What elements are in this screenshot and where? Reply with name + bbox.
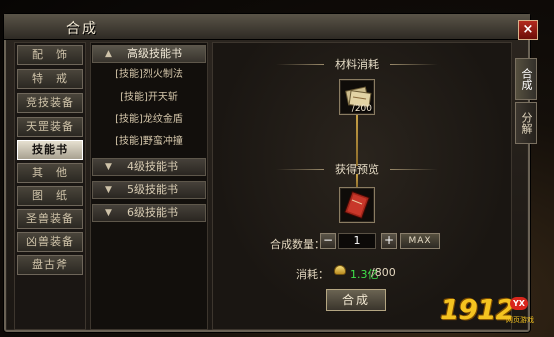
- material-slot[interactable]: /200: [339, 79, 375, 115]
- max-quantity-button[interactable]: MAX: [400, 233, 440, 249]
- window-title: 合成: [66, 21, 98, 37]
- material-count: /200: [351, 104, 372, 114]
- preview-label: 获得预览: [272, 161, 442, 177]
- tab-synthesis[interactable]: 合成: [515, 58, 537, 100]
- quantity-increase-button[interactable]: +: [381, 233, 397, 249]
- group-level5-skill-books[interactable]: ▼ 5级技能书: [92, 181, 206, 199]
- chevron-down-icon: ▼: [105, 208, 112, 218]
- gold-ingot-icon: [334, 265, 346, 275]
- category-tiangang-gear[interactable]: 天罡装备: [17, 117, 83, 137]
- preview-slot[interactable]: [339, 187, 375, 223]
- quantity-decrease-button[interactable]: −: [320, 233, 336, 249]
- close-button[interactable]: ×: [518, 20, 538, 40]
- category-blueprints[interactable]: 图 纸: [17, 186, 83, 206]
- watermark-subtitle: 网页游戏: [506, 316, 534, 324]
- group-label: 5级技能书: [127, 183, 178, 196]
- group-label: 高级技能书: [127, 47, 182, 60]
- skill-item[interactable]: [技能]开天斩: [92, 89, 206, 107]
- craft-button[interactable]: 合成: [326, 289, 386, 311]
- group-level6-skill-books[interactable]: ▼ 6级技能书: [92, 204, 206, 222]
- connector-line: [356, 114, 358, 166]
- watermark-badge: YX: [510, 297, 528, 310]
- cost-label: 消耗：: [296, 268, 329, 281]
- category-pangu-axe[interactable]: 盘古斧: [17, 255, 83, 275]
- cost-required: /800: [371, 266, 396, 279]
- category-other[interactable]: 其 他: [17, 163, 83, 183]
- quantity-input[interactable]: 1: [338, 233, 376, 249]
- group-level4-skill-books[interactable]: ▼ 4级技能书: [92, 158, 206, 176]
- chevron-up-icon: ▲: [105, 49, 112, 59]
- category-accessories[interactable]: 配 饰: [17, 45, 83, 65]
- category-fierce-beast-gear[interactable]: 凶兽装备: [17, 232, 83, 252]
- category-holy-beast-gear[interactable]: 圣兽装备: [17, 209, 83, 229]
- chevron-down-icon: ▼: [105, 162, 112, 172]
- category-special-rings[interactable]: 特 戒: [17, 69, 83, 89]
- skill-item[interactable]: [技能]龙纹金盾: [92, 111, 206, 129]
- tab-decompose[interactable]: 分解: [515, 102, 537, 144]
- category-arena-gear[interactable]: 竞技装备: [17, 93, 83, 113]
- skill-item[interactable]: [技能]烈火制法: [92, 66, 206, 84]
- group-label: 6级技能书: [127, 206, 178, 219]
- red-skill-book-icon: [344, 190, 370, 220]
- materials-label: 材料消耗: [272, 56, 442, 72]
- watermark-number: 1912: [440, 293, 515, 326]
- quantity-label: 合成数量：: [270, 238, 325, 251]
- group-label: 4级技能书: [127, 160, 178, 173]
- group-advanced-skill-books[interactable]: ▲ 高级技能书: [92, 45, 206, 63]
- chevron-down-icon: ▼: [105, 185, 112, 195]
- category-skill-books[interactable]: 技能书: [17, 140, 83, 160]
- skill-item[interactable]: [技能]野蛮冲撞: [92, 133, 206, 151]
